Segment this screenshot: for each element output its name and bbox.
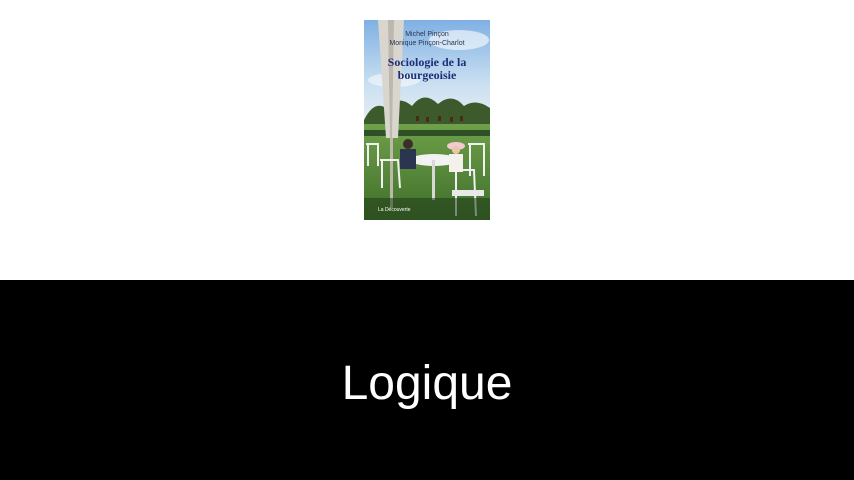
cover-authors: Michel Pinçon Monique Pinçon-Charlot — [364, 30, 490, 48]
cover-title: Sociologie de la bourgeoisie — [364, 56, 490, 82]
caption-bar: Logique — [0, 280, 854, 480]
caption-text: Logique — [341, 357, 513, 410]
page: Michel Pinçon Monique Pinçon-Charlot Soc… — [0, 0, 854, 480]
cover-badge — [452, 190, 484, 196]
cover-author-2: Monique Pinçon-Charlot — [389, 40, 465, 47]
cover-publisher: La Découverte — [378, 207, 411, 213]
cover-author-1: Michel Pinçon — [405, 31, 449, 38]
image-area: Michel Pinçon Monique Pinçon-Charlot Soc… — [0, 0, 854, 280]
book-cover-image: Michel Pinçon Monique Pinçon-Charlot Soc… — [364, 20, 490, 220]
cover-title-line-2: bourgeoisie — [397, 68, 457, 82]
